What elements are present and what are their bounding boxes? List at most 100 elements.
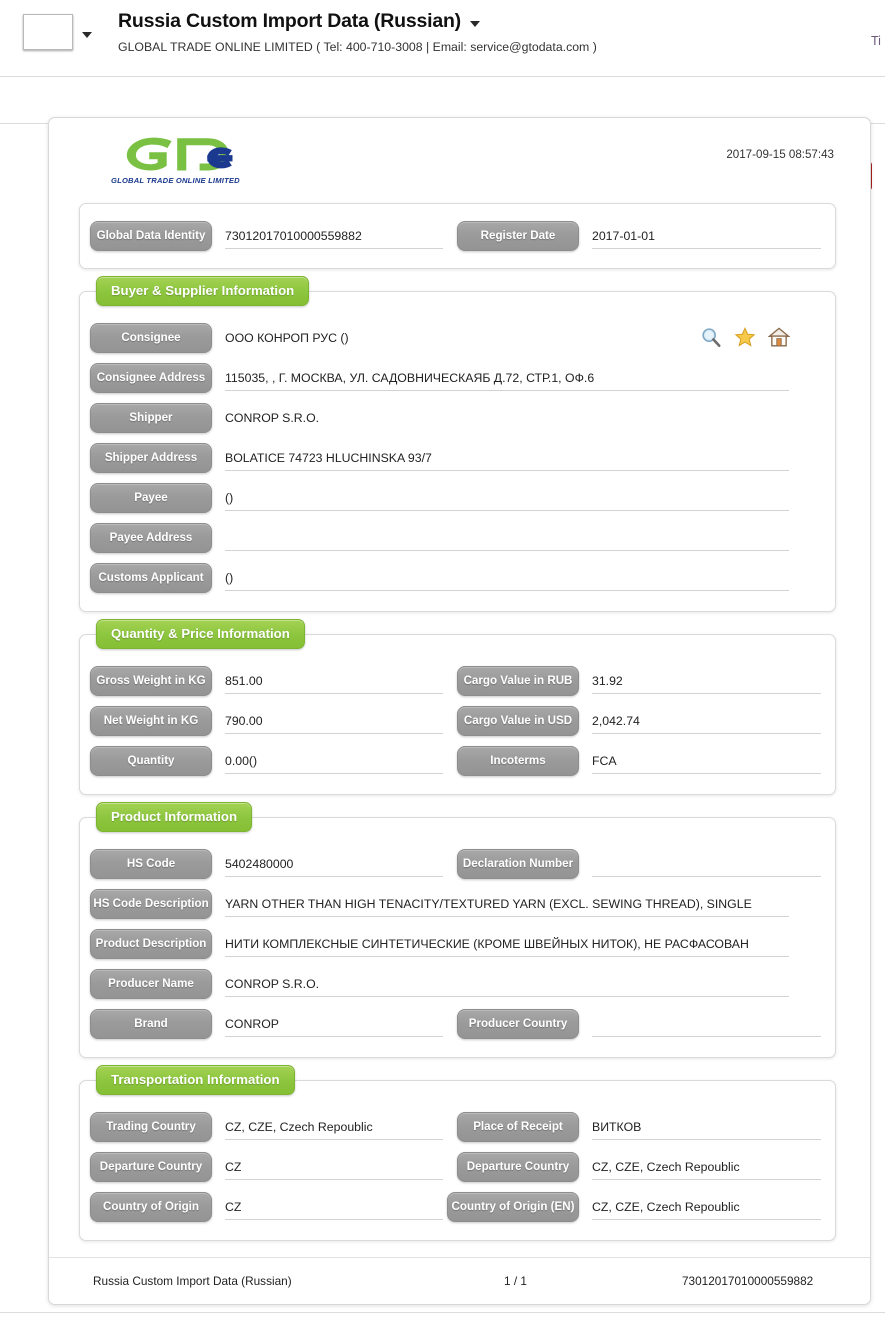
field-row-net-weight: Net Weight in KG 790.00 Cargo Value in U… <box>80 701 835 741</box>
register-date-label: Register Date <box>457 221 579 251</box>
incoterms-value: FCA <box>592 748 821 774</box>
shipper-address-label: Shipper Address <box>90 443 212 473</box>
product-description-value: НИТИ КОМПЛЕКСНЫЕ СИНТЕТИЧЕСКИЕ (КРОМЕ ШВ… <box>225 931 789 957</box>
field-row-consignee-address: Consignee Address 115035, , Г. МОСКВА, У… <box>80 358 835 398</box>
document-header: GLOBAL TRADE ONLINE LIMITED 2017-09-15 0… <box>49 118 870 199</box>
section-legend-quantity-price: Quantity & Price Information <box>96 619 305 649</box>
title-block: Russia Custom Import Data (Russian) GLOB… <box>118 10 597 54</box>
gross-weight-value: 851.00 <box>225 668 443 694</box>
gto-logo-icon <box>126 137 233 171</box>
section-legend-transportation: Transportation Information <box>96 1065 295 1095</box>
producer-name-label: Producer Name <box>90 969 212 999</box>
hs-code-label: HS Code <box>90 849 212 879</box>
trading-country-label: Trading Country <box>90 1112 212 1142</box>
hs-code-description-label: HS Code Description <box>90 889 212 919</box>
search-icon[interactable] <box>700 326 722 348</box>
consignee-label: Consignee <box>90 323 212 353</box>
field-row-shipper: Shipper CONROP S.R.O. <box>80 398 835 438</box>
field-row-product-description: Product Description НИТИ КОМПЛЕКСНЫЕ СИН… <box>80 924 835 964</box>
field-row-departure-country: Departure Country CZ Departure Country C… <box>80 1147 835 1187</box>
footer-dataset-name: Russia Custom Import Data (Russian) <box>93 1274 292 1288</box>
hs-code-value: 5402480000 <box>225 851 443 877</box>
page-title: Russia Custom Import Data (Russian) <box>118 10 461 32</box>
section-transportation: Transportation Information Trading Count… <box>79 1065 836 1241</box>
field-row-trading-country: Trading Country CZ, CZE, Czech Repoublic… <box>80 1107 835 1147</box>
payee-address-value <box>225 525 789 551</box>
register-date-value: 2017-01-01 <box>592 223 821 249</box>
hs-code-description-value: YARN OTHER THAN HIGH TENACITY/TEXTURED Y… <box>225 891 789 917</box>
departure-country-en-value: CZ, CZE, Czech Repoublic <box>592 1154 821 1180</box>
home-icon[interactable] <box>768 326 790 348</box>
consignee-address-label: Consignee Address <box>90 363 212 393</box>
trade-record-panel: GLOBAL TRADE ONLINE LIMITED 2017-09-15 0… <box>48 117 871 1305</box>
shipper-label: Shipper <box>90 403 212 433</box>
corner-partial-text: Ti <box>871 34 881 48</box>
quantity-label: Quantity <box>90 746 212 776</box>
cargo-value-usd-value: 2,042.74 <box>592 708 821 734</box>
quantity-value: 0.00() <box>225 748 443 774</box>
place-of-receipt-label: Place of Receipt <box>457 1112 579 1142</box>
producer-country-value <box>592 1011 821 1037</box>
footer-page-number: 1 / 1 <box>504 1274 527 1288</box>
section-legend-buyer-supplier: Buyer & Supplier Information <box>96 276 310 306</box>
identity-row: Global Data Identity 7301201701000055988… <box>80 216 835 256</box>
producer-country-label: Producer Country <box>457 1009 579 1039</box>
page-bottom-divider <box>0 1312 885 1313</box>
footer-record-id: 73012017010000559882 <box>682 1274 814 1288</box>
shipper-address-value: BOLATICE 74723 HLUCHINSKA 93/7 <box>225 445 789 471</box>
field-row-country-of-origin: Country of Origin CZ Country of Origin (… <box>80 1187 835 1227</box>
star-icon[interactable] <box>734 326 756 348</box>
place-of-receipt-value: ВИТКОВ <box>592 1114 821 1140</box>
section-legend-product: Product Information <box>96 802 253 832</box>
customs-applicant-value: () <box>225 565 789 591</box>
section-buyer-supplier: Buyer & Supplier Information Consignee O… <box>79 276 836 612</box>
app-header: Russia Custom Import Data (Russian) GLOB… <box>0 0 885 76</box>
brand-value: CONROP <box>225 1011 443 1037</box>
departure-country-en-label: Departure Country <box>457 1152 579 1182</box>
payee-label: Payee <box>90 483 212 513</box>
country-selector[interactable] <box>23 14 92 50</box>
country-of-origin-en-value: CZ, CZE, Czech Repoublic <box>592 1194 821 1220</box>
section-quantity-price: Quantity & Price Information Gross Weigh… <box>79 619 836 795</box>
field-row-payee: Payee () <box>80 478 835 518</box>
russia-flag-icon <box>23 14 73 50</box>
company-contact-subtitle: GLOBAL TRADE ONLINE LIMITED ( Tel: 400-7… <box>118 40 597 54</box>
payee-address-label: Payee Address <box>90 523 212 553</box>
document-timestamp: 2017-09-15 08:57:43 <box>726 148 834 161</box>
title-chevron-down-icon[interactable] <box>469 21 480 27</box>
field-row-payee-address: Payee Address <box>80 518 835 558</box>
departure-country-label: Departure Country <box>90 1152 212 1182</box>
country-of-origin-label: Country of Origin <box>90 1192 212 1222</box>
trading-country-value: CZ, CZE, Czech Repoublic <box>225 1114 443 1140</box>
field-row-gross-weight: Gross Weight in KG 851.00 Cargo Value in… <box>80 661 835 701</box>
shipper-value: CONROP S.R.O. <box>225 411 320 425</box>
field-row-hs-code-description: HS Code Description YARN OTHER THAN HIGH… <box>80 884 835 924</box>
payee-value: () <box>225 485 789 511</box>
consignee-address-value: 115035, , Г. МОСКВА, УЛ. САДОВНИЧЕСКАЯБ … <box>225 365 789 391</box>
cargo-value-usd-label: Cargo Value in USD <box>457 706 579 736</box>
chevron-down-icon[interactable] <box>82 32 92 38</box>
field-row-producer-name: Producer Name CONROP S.R.O. <box>80 964 835 1004</box>
departure-country-value: CZ <box>225 1154 443 1180</box>
product-description-label: Product Description <box>90 929 212 959</box>
field-row-shipper-address: Shipper Address BOLATICE 74723 HLUCHINSK… <box>80 438 835 478</box>
cargo-value-rub-label: Cargo Value in RUB <box>457 666 579 696</box>
declaration-number-label: Declaration Number <box>457 849 579 879</box>
field-row-quantity: Quantity 0.00() Incoterms FCA <box>80 741 835 781</box>
field-row-brand: Brand CONROP Producer Country <box>80 1004 835 1044</box>
net-weight-value: 790.00 <box>225 708 443 734</box>
logo-caption: GLOBAL TRADE ONLINE LIMITED <box>111 176 240 185</box>
gross-weight-label: Gross Weight in KG <box>90 666 212 696</box>
declaration-number-value <box>592 851 821 877</box>
producer-name-value: CONROP S.R.O. <box>225 971 789 997</box>
country-of-origin-value: CZ <box>225 1194 443 1220</box>
country-of-origin-en-label: Country of Origin (EN) <box>447 1192 579 1222</box>
section-product: Product Information HS Code 5402480000 D… <box>79 802 836 1058</box>
incoterms-label: Incoterms <box>457 746 579 776</box>
global-data-identity-value: 73012017010000559882 <box>225 223 443 249</box>
field-row-hs-code: HS Code 5402480000 Declaration Number <box>80 844 835 884</box>
record-action-icons <box>700 326 790 348</box>
document-footer: Russia Custom Import Data (Russian) 1 / … <box>49 1257 870 1304</box>
global-data-identity-label: Global Data Identity <box>90 221 212 251</box>
cargo-value-rub-value: 31.92 <box>592 668 821 694</box>
